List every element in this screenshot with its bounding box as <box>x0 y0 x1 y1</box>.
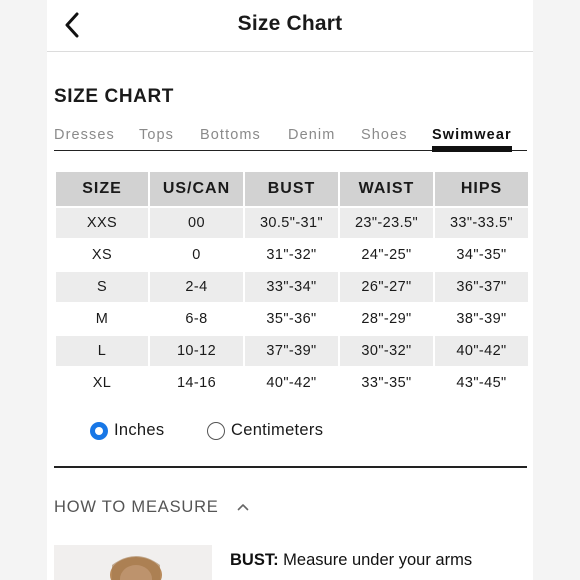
cell-us-can: 0 <box>192 247 201 263</box>
cell-waist: 26"-27" <box>340 272 433 302</box>
tab-shoes[interactable]: Shoes <box>361 127 408 143</box>
cell-us-can: 6-8 <box>185 311 208 327</box>
tab-swimwear[interactable]: Swimwear <box>432 127 512 143</box>
cell-hips: 36"-37" <box>435 272 528 302</box>
cell-size: L <box>56 336 148 366</box>
active-tab-indicator <box>432 146 512 152</box>
cell-hips: 43"-45" <box>456 375 507 391</box>
tab-tops[interactable]: Tops <box>139 127 174 143</box>
cell-size: S <box>56 272 148 302</box>
cell-us-can: 00 <box>150 208 243 238</box>
header-size: SIZE <box>56 172 148 206</box>
cell-hips: 40"-42" <box>435 336 528 366</box>
cell-bust: 40"-42" <box>266 375 317 391</box>
cell-waist: 30"-32" <box>340 336 433 366</box>
centimeters-label: Centimeters <box>231 421 324 439</box>
cell-us-can: 2-4 <box>150 272 243 302</box>
table-row: XXS 00 30.5"-31" 23"-23.5" 33"-33.5" <box>56 208 528 238</box>
inches-radio-option[interactable]: Inches <box>90 421 164 440</box>
cell-size: M <box>95 311 109 327</box>
cell-waist: 24"-25" <box>361 247 412 263</box>
bust-instruction: BUST: Measure under your arms <box>230 548 530 572</box>
cell-bust: 33"-34" <box>245 272 338 302</box>
nav-bar: Size Chart <box>47 0 533 52</box>
table-row: S 2-4 33"-34" 26"-27" 36"-37" <box>56 272 528 302</box>
table-row: XS 0 31"-32" 24"-25" 34"-35" <box>56 240 528 270</box>
cell-hips: 33"-33.5" <box>435 208 528 238</box>
table-row: M 6-8 35"-36" 28"-29" 38"-39" <box>56 304 528 334</box>
cell-bust: 31"-32" <box>266 247 317 263</box>
model-illustration <box>110 556 162 580</box>
inches-label: Inches <box>114 421 165 439</box>
cell-bust: 30.5"-31" <box>245 208 338 238</box>
section-divider <box>54 466 527 468</box>
cell-us-can: 14-16 <box>176 375 217 391</box>
cell-waist: 23"-23.5" <box>340 208 433 238</box>
section-title: SIZE CHART <box>54 86 174 107</box>
cell-bust: 37"-39" <box>245 336 338 366</box>
cell-waist: 33"-35" <box>361 375 412 391</box>
how-to-measure-label: HOW TO MEASURE <box>54 497 219 516</box>
model-photo <box>54 545 212 580</box>
radio-selected-icon[interactable] <box>90 421 108 440</box>
cell-waist: 28"-29" <box>361 311 412 327</box>
bust-label: BUST: <box>230 551 279 569</box>
tab-dresses[interactable]: Dresses <box>54 127 115 143</box>
tab-bottoms[interactable]: Bottoms <box>200 127 261 143</box>
page-title: Size Chart <box>237 12 343 35</box>
how-to-measure-toggle[interactable]: HOW TO MEASURE <box>54 495 249 519</box>
table-row: L 10-12 37"-39" 30"-32" 40"-42" <box>56 336 528 366</box>
header-us-can: US/CAN <box>150 172 243 206</box>
cell-size: XXS <box>56 208 148 238</box>
cell-size: XS <box>91 247 113 263</box>
cell-us-can: 10-12 <box>150 336 243 366</box>
centimeters-radio-option[interactable]: Centimeters <box>207 421 323 440</box>
unit-selector: Inches Centimeters <box>90 421 390 445</box>
chevron-up-icon <box>237 504 248 511</box>
radio-unselected-icon[interactable] <box>207 421 225 440</box>
cell-hips: 34"-35" <box>456 247 507 263</box>
cell-hips: 38"-39" <box>456 311 507 327</box>
size-table: SIZE US/CAN BUST WAIST HIPS XXS 00 30.5"… <box>54 170 530 400</box>
cell-size: XL <box>92 375 112 391</box>
header-waist: WAIST <box>340 172 433 206</box>
table-header-row: SIZE US/CAN BUST WAIST HIPS <box>56 172 528 206</box>
header-bust: BUST <box>245 172 338 206</box>
header-hips: HIPS <box>435 172 528 206</box>
table-row: XL 14-16 40"-42" 33"-35" 43"-45" <box>56 368 528 398</box>
cell-bust: 35"-36" <box>266 311 317 327</box>
bust-instruction-text: Measure under your arms <box>278 551 473 569</box>
tab-denim[interactable]: Denim <box>288 127 335 143</box>
